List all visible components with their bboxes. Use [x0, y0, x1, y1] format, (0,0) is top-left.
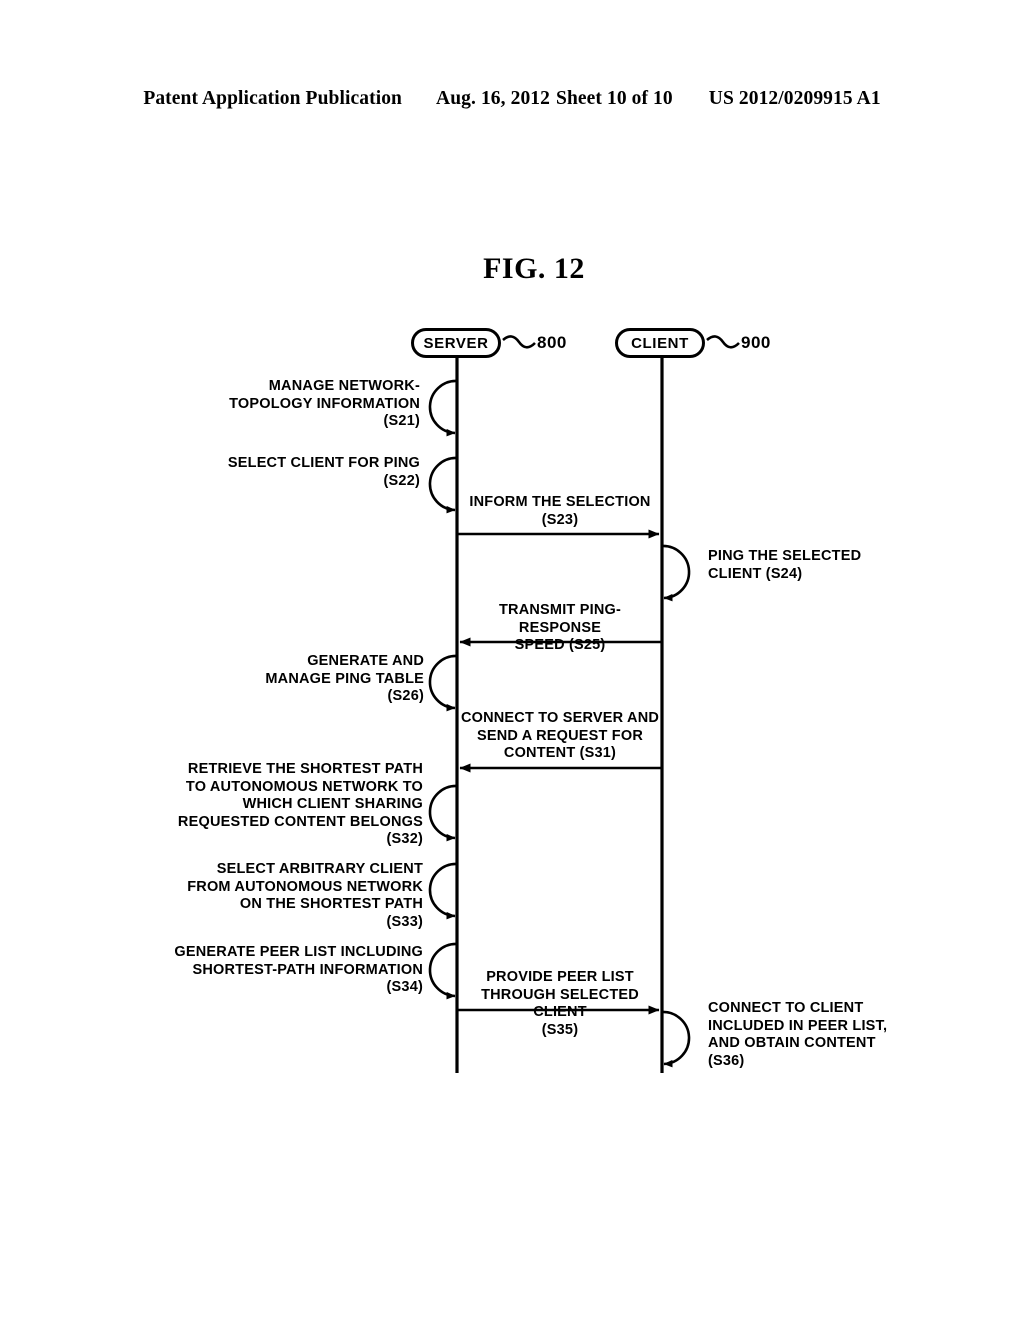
- self-arc-s26: [428, 654, 458, 712]
- step-label-s35: PROVIDE PEER LIST THROUGH SELECTED CLIEN…: [481, 969, 639, 1038]
- self-arc-s36: [661, 1010, 691, 1068]
- self-arc-s22: [428, 456, 458, 514]
- step-label-s33: SELECT ARBITRARY CLIENT FROM AUTONOMOUS …: [187, 861, 423, 930]
- leader-squiggle-800: [502, 335, 536, 349]
- lifeline-head-client: CLIENT: [615, 328, 705, 358]
- reference-numeral-server: 800: [537, 333, 567, 352]
- reference-numeral-client: 900: [741, 333, 771, 352]
- self-arc-s24: [661, 544, 691, 602]
- step-label-s32: RETRIEVE THE SHORTEST PATH TO AUTONOMOUS…: [177, 761, 423, 847]
- step-label-s23: INFORM THE SELECTION (S23): [469, 494, 651, 528]
- step-label-s34: GENERATE PEER LIST INCLUDING SHORTEST-PA…: [174, 944, 423, 995]
- step-label-s26: GENERATE AND MANAGE PING TABLE (S26): [265, 653, 424, 704]
- leader-squiggle-900: [706, 335, 740, 349]
- self-arc-s34: [428, 942, 458, 1000]
- sequence-diagram-canvas: [428, 335, 740, 1073]
- step-label-s31: CONNECT TO SERVER AND SEND A REQUEST FOR…: [460, 710, 660, 761]
- self-arc-s32: [428, 784, 458, 842]
- self-arc-s21: [428, 379, 458, 437]
- self-arc-s33: [428, 862, 458, 920]
- lifeline-label-server: SERVER: [423, 334, 489, 352]
- step-label-s36: CONNECT TO CLIENT INCLUDED IN PEER LIST,…: [708, 1000, 888, 1069]
- step-label-s25: TRANSMIT PING-RESPONSE SPEED (S25): [498, 602, 621, 653]
- lifeline-head-server: SERVER: [411, 328, 501, 358]
- step-label-s21: MANAGE NETWORK- TOPOLOGY INFORMATION (S2…: [229, 378, 420, 429]
- step-label-s24: PING THE SELECTED CLIENT (S24): [708, 548, 862, 582]
- step-label-s22: SELECT CLIENT FOR PING (S22): [227, 455, 420, 489]
- lifeline-label-client: CLIENT: [631, 334, 689, 352]
